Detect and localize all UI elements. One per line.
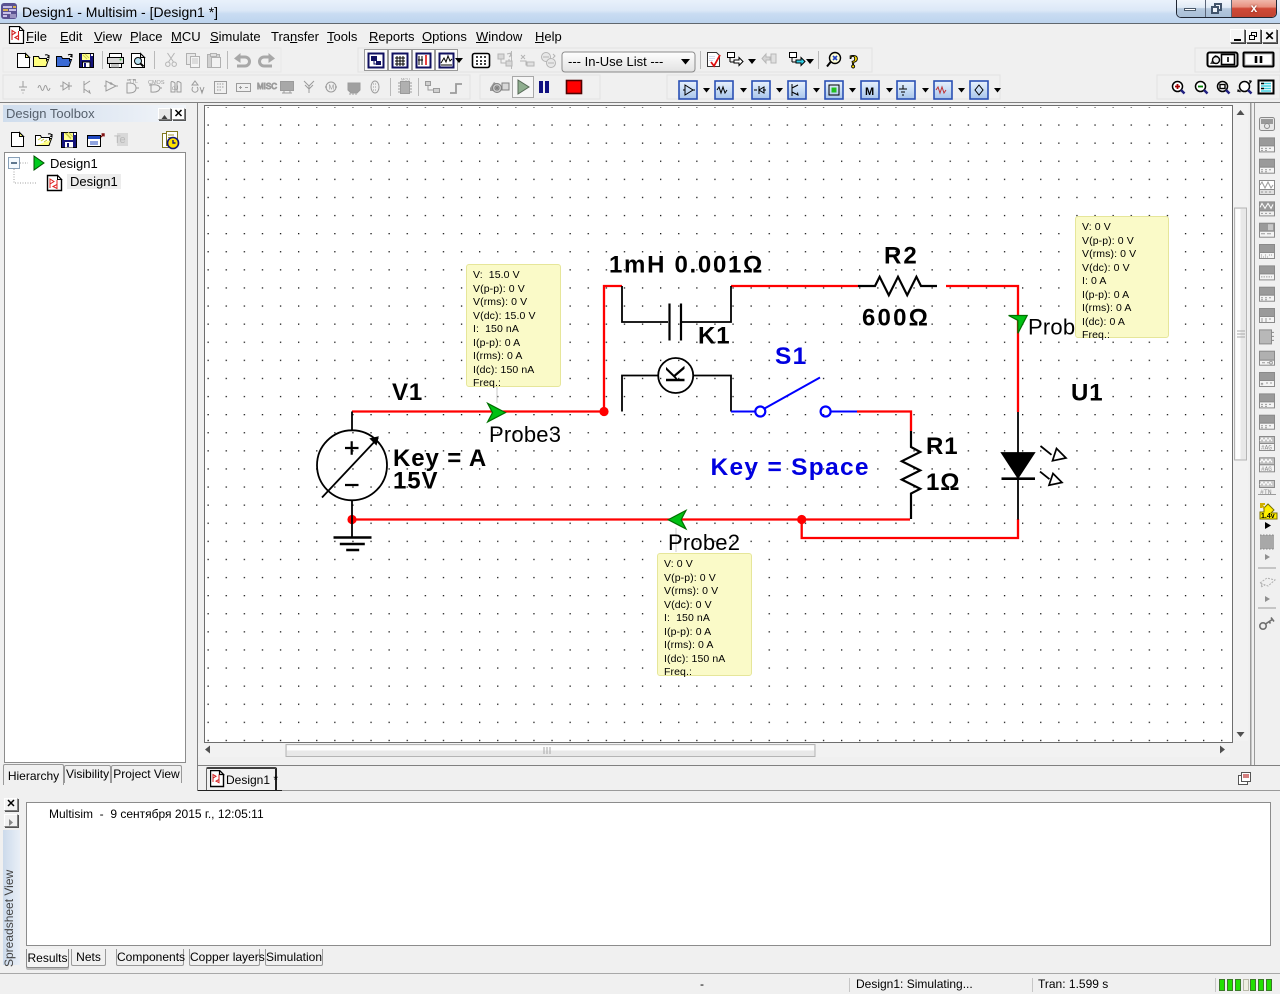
svg-text:600Ω: 600Ω — [862, 305, 930, 332]
svg-text:K: K — [661, 365, 691, 383]
svg-text:#AG: #AG — [1261, 445, 1272, 452]
svg-text:--- In-Use List ---: --- In-Use List --- — [568, 54, 663, 69]
svg-text:M: M — [329, 85, 335, 92]
svg-text:U1: U1 — [1071, 380, 1103, 407]
svg-text:1.4v: 1.4v — [1261, 513, 1275, 520]
svg-text:S1: S1 — [775, 343, 808, 370]
svg-text:TTL: TTL — [129, 79, 138, 85]
svg-text:?: ? — [849, 52, 859, 73]
svg-text:MISC: MISC — [257, 82, 277, 91]
svg-text:Probe2: Probe2 — [668, 530, 740, 555]
svg-text:Key = Space: Key = Space — [711, 454, 870, 481]
svg-text:R2: R2 — [884, 243, 919, 270]
svg-text:Probe3: Probe3 — [489, 422, 561, 447]
svg-text:1mH 0.001Ω: 1mH 0.001Ω — [609, 252, 764, 279]
svg-text:dJ: dJ — [172, 86, 178, 92]
svg-text:Te: Te — [114, 134, 126, 146]
svg-text:V1: V1 — [392, 379, 423, 406]
svg-text:1Ω: 1Ω — [926, 469, 960, 496]
svg-text:M: M — [865, 86, 874, 98]
svg-text:MCU: MCU — [401, 77, 410, 82]
svg-text:K1: K1 — [698, 323, 730, 350]
svg-text:#AG: #AG — [1261, 466, 1272, 473]
svg-text:15V: 15V — [393, 468, 438, 495]
svg-text:R1: R1 — [926, 433, 958, 460]
